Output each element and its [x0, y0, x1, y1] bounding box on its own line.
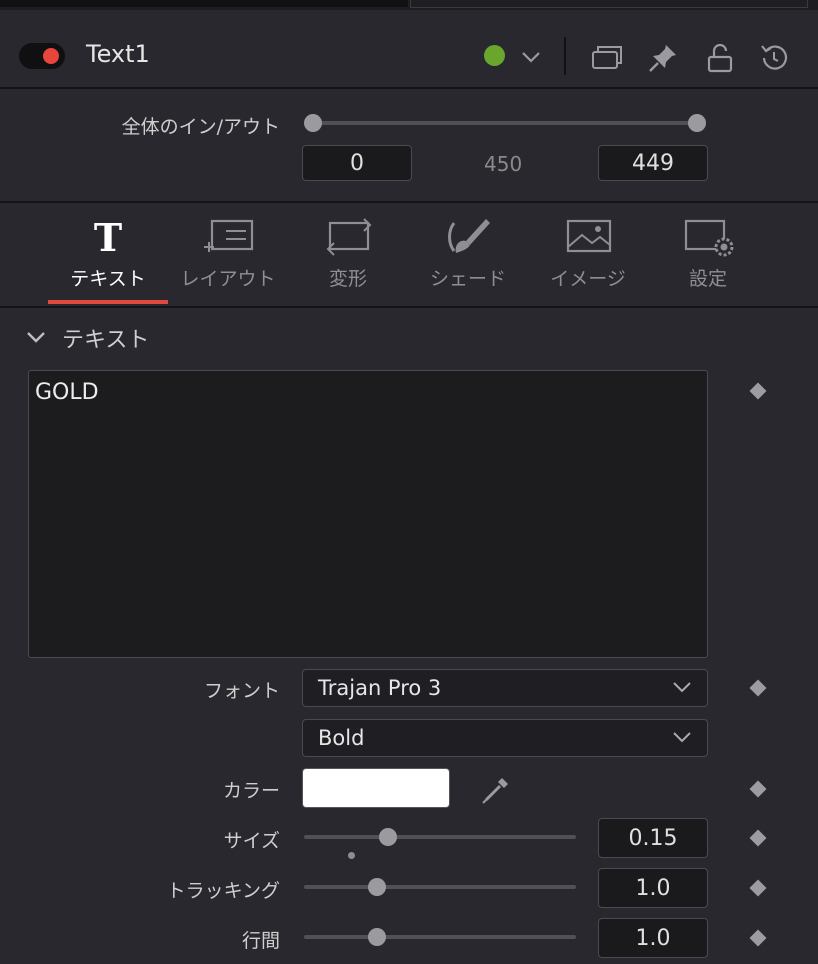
chevron-down-icon — [673, 732, 691, 743]
settings-icon — [684, 219, 734, 257]
line-spacing-value-field[interactable]: 1.0 — [598, 918, 708, 958]
in-point-handle[interactable] — [304, 114, 322, 132]
section-title-text: テキスト — [62, 328, 150, 353]
global-inout-label: 全体のイン/アウト — [121, 116, 280, 138]
toggle-dot — [43, 48, 59, 64]
unlock-icon[interactable] — [704, 42, 736, 74]
color-swatch[interactable] — [302, 768, 450, 808]
line-spacing-keyframe-icon[interactable] — [749, 929, 767, 947]
tab-settings[interactable]: 設定 — [648, 203, 768, 306]
tab-image-label: イメージ — [550, 268, 626, 290]
top-scroll-strip — [0, 0, 818, 10]
font-label: フォント — [203, 680, 280, 702]
node-enable-toggle[interactable] — [19, 43, 65, 69]
top-strip-right — [410, 0, 808, 8]
tracking-label: トラッキング — [166, 880, 280, 902]
duration-value: 450 — [484, 152, 523, 176]
tab-layout[interactable]: レイアウト — [168, 203, 288, 306]
size-keyframe-icon[interactable] — [749, 829, 767, 847]
active-tab-underline — [48, 300, 168, 304]
tab-settings-label: 設定 — [688, 268, 727, 290]
styled-text-input[interactable]: GOLD — [28, 370, 708, 658]
styled-text-keyframe-icon[interactable] — [749, 382, 767, 400]
node-color-dot[interactable] — [484, 45, 505, 66]
tab-text[interactable]: T テキスト — [48, 203, 168, 306]
tracking-value-field[interactable]: 1.0 — [598, 868, 708, 908]
tab-shade[interactable]: シェード — [408, 203, 528, 306]
out-value-field[interactable]: 449 — [598, 145, 708, 181]
transform-icon — [326, 218, 372, 256]
size-value-field[interactable]: 0.15 — [598, 818, 708, 858]
section-collapse-chevron-icon[interactable] — [25, 328, 47, 348]
text-t-icon: T — [94, 217, 122, 257]
font-family-dropdown[interactable]: Trajan Pro 3 — [302, 669, 708, 707]
svg-text:T: T — [94, 217, 122, 257]
tab-transform[interactable]: 変形 — [288, 203, 408, 306]
color-label: カラー — [222, 780, 280, 802]
image-icon — [566, 219, 612, 253]
tab-text-label: テキスト — [70, 268, 146, 290]
tab-transform-label: 変形 — [328, 268, 367, 290]
line-spacing-label: 行間 — [241, 930, 280, 952]
size-slider-handle[interactable] — [379, 828, 398, 846]
out-point-handle[interactable] — [688, 114, 706, 132]
pin-icon[interactable] — [647, 42, 679, 74]
tracking-keyframe-icon[interactable] — [749, 879, 767, 897]
brush-icon — [448, 219, 490, 253]
line-spacing-slider-track[interactable] — [304, 935, 576, 939]
size-slider-track[interactable] — [304, 835, 576, 839]
color-keyframe-icon[interactable] — [749, 780, 767, 798]
stack-icon[interactable] — [590, 42, 624, 72]
font-style-dropdown[interactable]: Bold — [302, 719, 708, 757]
font-keyframe-icon[interactable] — [749, 679, 767, 697]
layout-icon — [204, 219, 254, 252]
tab-image[interactable]: イメージ — [528, 203, 648, 306]
tracking-slider-handle[interactable] — [368, 878, 387, 896]
font-family-value: Trajan Pro 3 — [318, 676, 442, 700]
eyedropper-icon[interactable] — [480, 774, 512, 806]
size-default-marker — [348, 852, 355, 859]
chevron-down-icon — [673, 682, 691, 693]
top-strip-left — [0, 0, 408, 7]
in-value-field[interactable]: 0 — [302, 145, 412, 181]
inout-range-track[interactable] — [313, 121, 697, 125]
header-separator — [564, 37, 566, 75]
tab-shade-label: シェード — [429, 268, 506, 290]
tracking-slider-track[interactable] — [304, 885, 576, 889]
chevron-down-icon[interactable] — [520, 46, 542, 68]
tab-layout-label: レイアウト — [180, 268, 276, 290]
reset-icon[interactable] — [758, 42, 790, 74]
node-title: Text1 — [86, 40, 150, 68]
font-style-value: Bold — [318, 726, 365, 750]
line-spacing-slider-handle[interactable] — [368, 928, 387, 946]
size-label: サイズ — [223, 830, 280, 852]
